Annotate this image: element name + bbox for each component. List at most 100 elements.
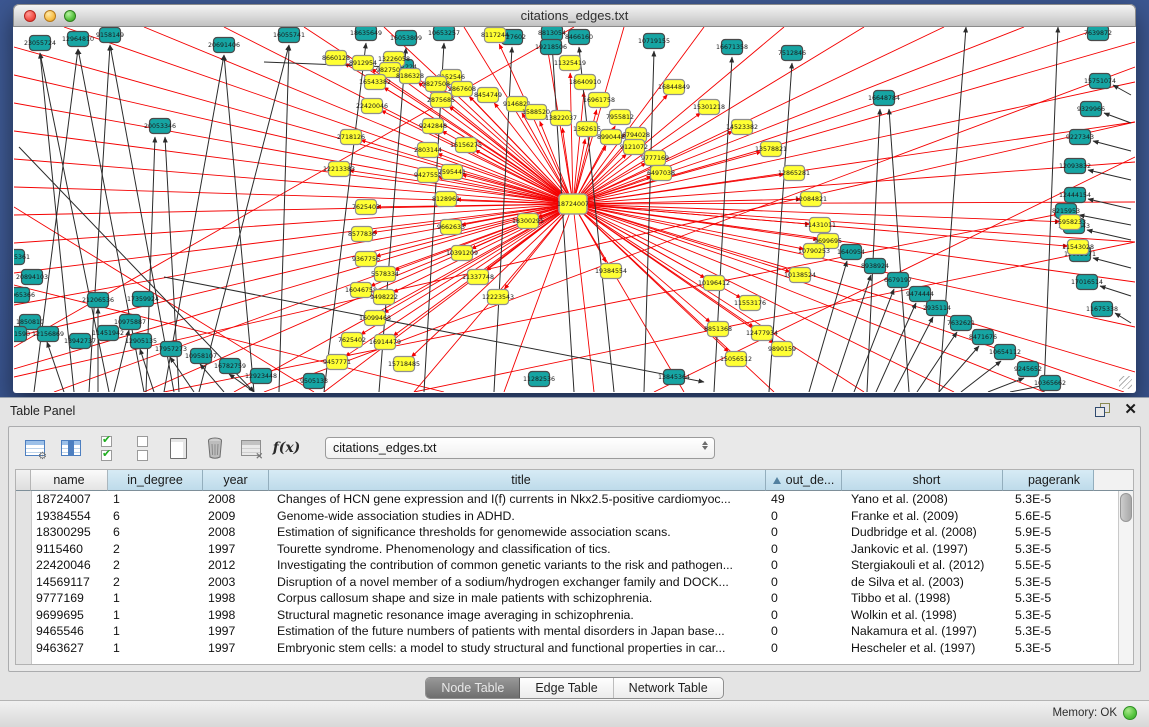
table-row[interactable]: 977716911998Corpus callosum shape and si… [31,590,1118,607]
citation-edge-red[interactable] [14,187,573,204]
citation-edge-red[interactable] [376,204,573,256]
table-cell[interactable]: Disruption of a novel member of a sodium… [269,574,766,591]
table-row[interactable]: 1830029562008Estimation of significance … [31,524,1118,541]
table-cell[interactable]: 1998 [203,607,269,624]
citation-edge-red[interactable] [14,131,573,204]
table-cell[interactable]: 49 [766,491,842,508]
citation-edge-black[interactable] [1093,258,1131,268]
citation-network-graph[interactable]: 2305572412964810915814920691406160557411… [14,27,1135,392]
table-row[interactable]: 911546021997Tourette syndrome. Phenomeno… [31,541,1118,558]
import-table-icon[interactable]: ✕ [237,435,264,462]
table-cell[interactable]: 5.3E-5 [1003,640,1094,657]
table-cell[interactable]: 2009 [203,508,269,525]
table-cell[interactable]: 5.5E-5 [1003,557,1094,574]
table-cell[interactable]: 0 [766,640,842,657]
citation-edge-black[interactable] [876,303,916,392]
table-cell[interactable]: 1 [108,491,203,508]
column-header-short[interactable]: short [842,470,1003,491]
scrollbar-thumb[interactable] [1120,493,1132,522]
close-panel-icon[interactable]: ✕ [1124,403,1137,417]
table-cell[interactable]: 9699695 [31,607,108,624]
table-cell[interactable]: 19384554 [31,508,108,525]
table-cell[interactable]: 2 [108,557,203,574]
table-cell[interactable]: 18724007 [31,491,108,508]
network-canvas[interactable]: 2305572412964810915814920691406160557411… [14,27,1135,392]
table-cell[interactable]: 2 [108,541,203,558]
citation-edge-red[interactable] [573,204,710,322]
table-row[interactable]: 2242004622012Investigating the contribut… [31,557,1118,574]
table-cell[interactable]: 0 [766,590,842,607]
citation-edge-red[interactable] [64,27,573,204]
table-cell[interactable]: 1997 [203,623,269,640]
column-header-name[interactable]: name [31,470,108,491]
table-cell[interactable]: 2008 [203,491,269,508]
memory-status-indicator[interactable] [1123,706,1137,720]
table-cell[interactable]: 5.3E-5 [1003,607,1094,624]
citation-edge-black[interactable] [1087,230,1131,240]
table-cell[interactable]: 6 [108,524,203,541]
table-cell[interactable]: Hescheler et al. (1997) [842,640,1003,657]
table-cell[interactable]: 5.3E-5 [1003,623,1094,640]
citation-edge-black[interactable] [47,342,64,392]
table-scrollbar[interactable] [1118,491,1133,664]
delete-table-icon[interactable] [201,435,228,462]
table-cell[interactable]: 9463627 [31,640,108,657]
table-cell[interactable]: Embryonic stem cells: a model to study s… [269,640,766,657]
table-cell[interactable]: de Silva et al. (2003) [842,574,1003,591]
citation-edge-black[interactable] [961,361,1001,392]
column-header-year[interactable]: year [203,470,269,491]
table-cell[interactable]: 1 [108,640,203,657]
citation-edge-black[interactable] [894,317,933,392]
table-cell[interactable]: 0 [766,623,842,640]
citation-edge-red[interactable] [573,204,954,392]
table-cell[interactable]: Corpus callosum shape and size in male p… [269,590,766,607]
table-cell[interactable]: 2003 [203,574,269,591]
table-cell[interactable]: Stergiakouli et al. (2012) [842,557,1003,574]
citation-edge-black[interactable] [279,45,289,392]
table-row[interactable]: 969969511998Structural magnetic resonanc… [31,607,1118,624]
citation-edge-red[interactable] [384,204,573,313]
citation-edge-black[interactable] [199,45,289,392]
table-cell[interactable]: 2 [108,574,203,591]
tab-edge-table[interactable]: Edge Table [520,678,613,698]
table-cell[interactable]: Dudbridge et al. (2008) [842,524,1003,541]
table-row[interactable]: 946362711997Embryonic stem cells: a mode… [31,640,1118,657]
tab-node-table[interactable]: Node Table [426,678,520,698]
table-cell[interactable]: Estimation of the future numbers of pati… [269,623,766,640]
table-cell[interactable]: 5.3E-5 [1003,491,1094,508]
table-cell[interactable]: 5.3E-5 [1003,574,1094,591]
citation-edge-black[interactable] [939,27,966,392]
citation-edge-black[interactable] [1104,113,1131,123]
table-cell[interactable]: 5.6E-5 [1003,508,1094,525]
table-cell[interactable]: 22420046 [31,557,108,574]
table-cell[interactable]: 1 [108,590,203,607]
table-cell[interactable]: 0 [766,508,842,525]
table-cell[interactable]: 0 [766,574,842,591]
table-cell[interactable]: Estimation of significance thresholds fo… [269,524,766,541]
column-visibility-icon[interactable] [57,435,84,462]
table-cell[interactable]: Nakamura et al. (1997) [842,623,1003,640]
table-selector-dropdown[interactable]: citations_edges.txt [325,437,715,459]
table-row[interactable]: 1456911722003Disruption of a novel membe… [31,574,1118,591]
table-cell[interactable]: 1998 [203,590,269,607]
citation-edge-black[interactable] [146,137,155,392]
citation-edge-black[interactable] [1088,199,1131,209]
column-header-in_degree[interactable]: in_degree [108,470,203,491]
window-resize-grip[interactable] [1119,376,1132,389]
network-window-titlebar[interactable]: citations_edges.txt [13,4,1136,27]
table-cell[interactable]: Jankovic et al. (1997) [842,541,1003,558]
table-cell[interactable]: Tibbo et al. (1998) [842,590,1003,607]
citation-edge-black[interactable] [917,332,957,392]
table-cell[interactable]: 9115460 [31,541,108,558]
table-cell[interactable]: 2012 [203,557,269,574]
table-cell[interactable]: 0 [766,607,842,624]
table-cell[interactable]: 1997 [203,640,269,657]
table-cell[interactable]: 9465546 [31,623,108,640]
table-cell[interactable]: 5.3E-5 [1003,541,1094,558]
table-cell[interactable]: 1 [108,623,203,640]
table-cell[interactable]: Wolkin et al. (1998) [842,607,1003,624]
citation-edge-black[interactable] [1113,85,1131,95]
table-cell[interactable]: 0 [766,524,842,541]
table-cell[interactable]: 6 [108,508,203,525]
citation-edge-black[interactable] [1093,141,1131,151]
